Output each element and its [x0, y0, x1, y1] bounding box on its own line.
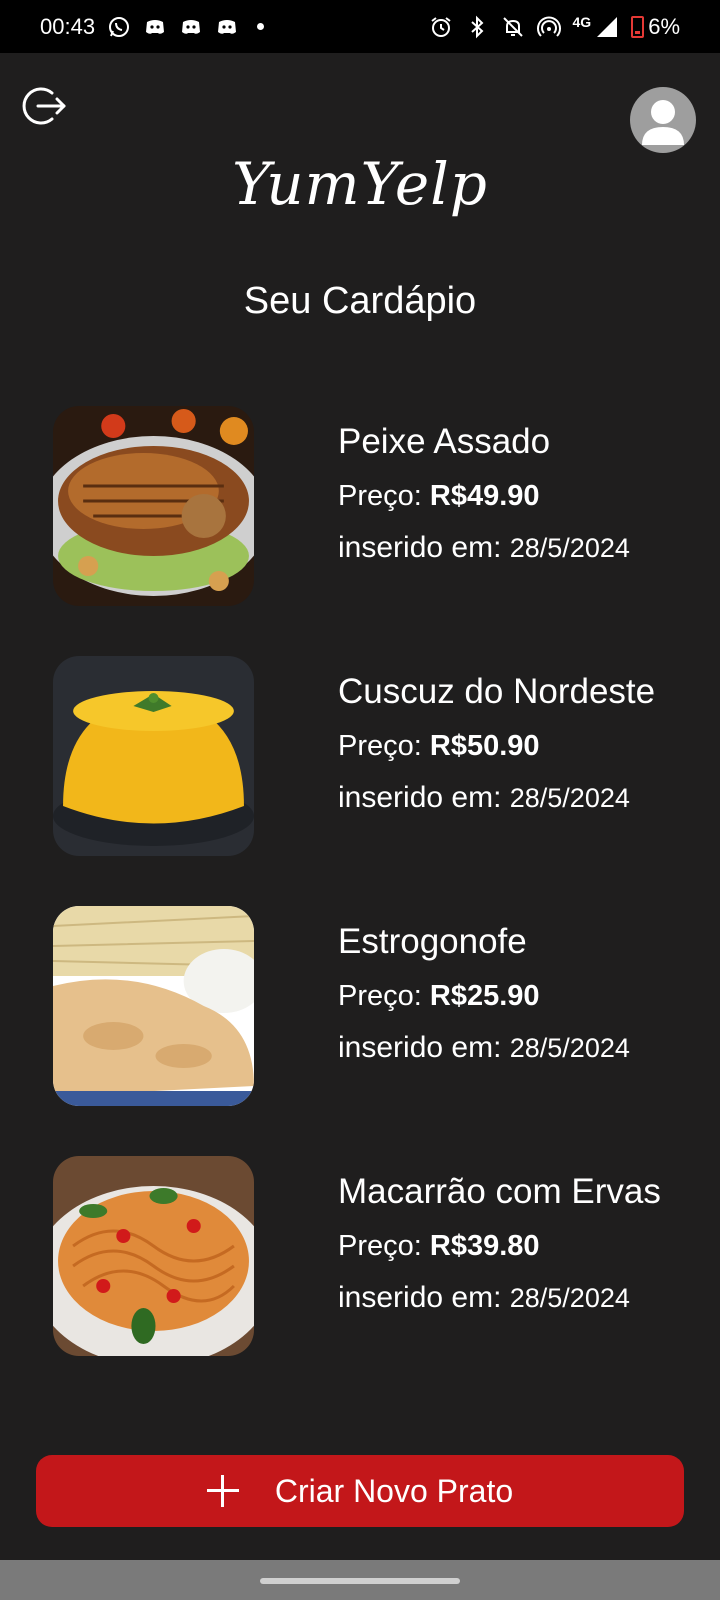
- dish-image: [53, 906, 254, 1106]
- page-title: Seu Cardápio: [243, 280, 477, 322]
- dish-price: Preço: R$50.90: [338, 730, 655, 763]
- price-label: Preço:: [338, 980, 422, 1012]
- status-right: 4G 6%: [429, 14, 680, 40]
- alarm-icon: [429, 15, 453, 39]
- date-value: 28/5/2024: [509, 1033, 630, 1063]
- date-value: 28/5/2024: [509, 783, 630, 813]
- notification-dot-icon: [257, 23, 265, 30]
- status-left: 00:43: [40, 13, 265, 40]
- hotspot-icon: [536, 15, 561, 39]
- battery-low-icon: [631, 15, 645, 38]
- dish-date: inserido em: 28/5/2024: [338, 1031, 630, 1065]
- price-value: R$50.90: [429, 730, 540, 762]
- cuscuz-image: [53, 656, 254, 856]
- status-time: 00:43: [40, 13, 96, 39]
- signal-icon: [595, 15, 619, 39]
- home-gesture-handle[interactable]: [260, 1578, 460, 1584]
- price-label: Preço:: [338, 730, 422, 762]
- dish-price: Preço: R$49.90: [338, 480, 630, 513]
- dish-info: Peixe Assado Preço: R$49.90 inserido em:…: [338, 422, 630, 565]
- create-dish-button[interactable]: Criar Novo Prato: [36, 1455, 684, 1527]
- discord-icon: [215, 15, 239, 39]
- stroganoff-image: [53, 906, 254, 1106]
- price-label: Preço:: [338, 1230, 422, 1262]
- avatar[interactable]: [630, 87, 696, 153]
- bluetooth-icon: [465, 15, 489, 39]
- user-icon: [642, 100, 684, 145]
- pasta-image: [53, 1156, 254, 1356]
- dish-info: Cuscuz do Nordeste Preço: R$50.90 inseri…: [338, 672, 655, 815]
- date-value: 28/5/2024: [509, 1283, 630, 1313]
- dish-name: Estrogonofe: [338, 922, 527, 961]
- dish-item[interactable]: Cuscuz do Nordeste Preço: R$50.90 inseri…: [0, 650, 720, 900]
- dish-name: Macarrão com Ervas: [338, 1172, 661, 1211]
- discord-icon: [179, 15, 203, 39]
- dish-item[interactable]: Macarrão com Ervas Preço: R$39.80 inseri…: [0, 1150, 720, 1400]
- logout-icon: [22, 87, 66, 125]
- price-value: R$25.90: [429, 980, 540, 1012]
- dish-date: inserido em: 28/5/2024: [338, 781, 655, 815]
- mute-icon: [501, 15, 525, 39]
- dish-date: inserido em: 28/5/2024: [338, 531, 630, 565]
- dish-info: Macarrão com Ervas Preço: R$39.80 inseri…: [338, 1172, 661, 1315]
- price-value: R$39.80: [429, 1230, 540, 1262]
- price-label: Preço:: [338, 480, 422, 512]
- dish-date: inserido em: 28/5/2024: [338, 1281, 661, 1315]
- price-value: R$49.90: [429, 480, 540, 512]
- plus-icon: [206, 1475, 239, 1507]
- dish-image: [53, 656, 254, 856]
- battery-indicator: 6%: [631, 14, 680, 40]
- dish-price: Preço: R$25.90: [338, 980, 630, 1013]
- dish-image: [53, 1156, 254, 1356]
- dish-info: Estrogonofe Preço: R$25.90 inserido em: …: [338, 922, 630, 1065]
- dish-name: Cuscuz do Nordeste: [338, 672, 656, 711]
- dish-item[interactable]: Estrogonofe Preço: R$25.90 inserido em: …: [0, 900, 720, 1150]
- network-type: 4G: [572, 13, 592, 30]
- discord-icon: [143, 15, 167, 39]
- dish-item[interactable]: Peixe Assado Preço: R$49.90 inserido em:…: [0, 400, 720, 650]
- dish-name: Peixe Assado: [338, 422, 551, 461]
- battery-percent: 6%: [648, 13, 680, 39]
- status-bar: 00:43 4G 6%: [0, 0, 720, 53]
- grilled-fish-image: [53, 406, 254, 606]
- dish-price: Preço: R$39.80: [338, 1230, 661, 1263]
- date-label: inserido em:: [338, 1031, 502, 1064]
- logout-button[interactable]: [22, 84, 66, 128]
- date-value: 28/5/2024: [509, 533, 630, 563]
- date-label: inserido em:: [338, 531, 502, 564]
- create-dish-label: Criar Novo Prato: [274, 1472, 514, 1509]
- dish-image: [53, 406, 254, 606]
- dish-list: Peixe Assado Preço: R$49.90 inserido em:…: [0, 400, 720, 1400]
- whatsapp-icon: [107, 15, 131, 39]
- navigation-bar: [0, 1560, 720, 1600]
- date-label: inserido em:: [338, 781, 502, 814]
- app-logo: YumYelp: [232, 150, 488, 218]
- date-label: inserido em:: [338, 1281, 502, 1314]
